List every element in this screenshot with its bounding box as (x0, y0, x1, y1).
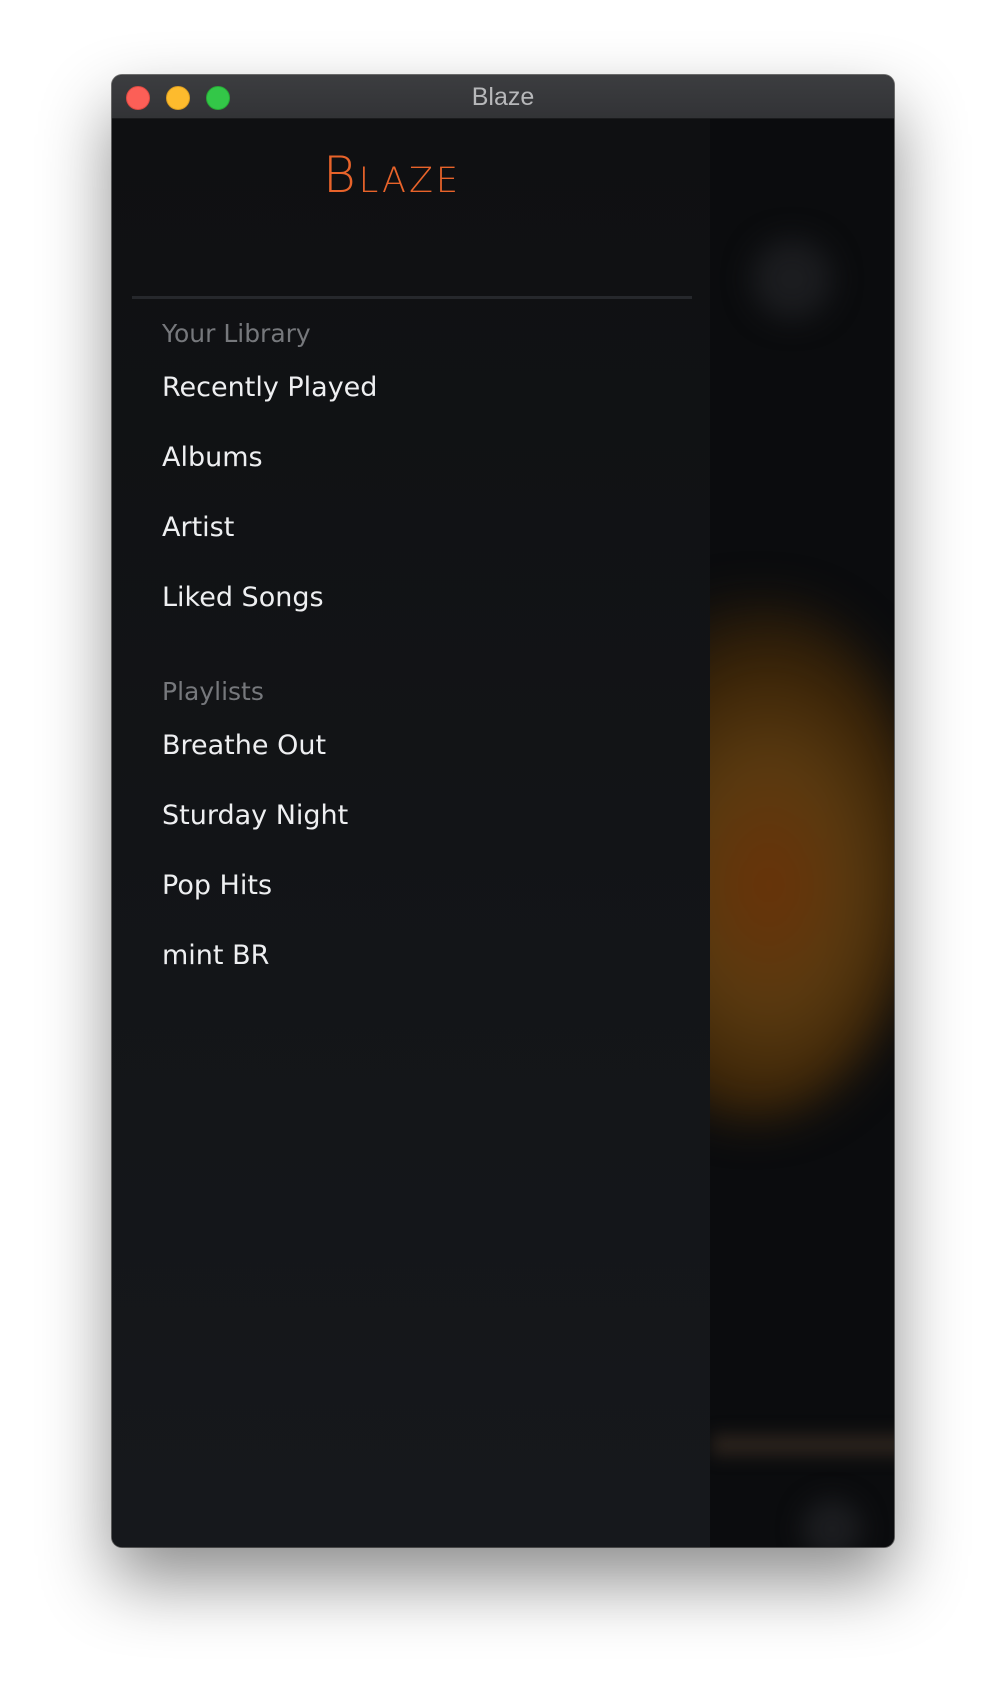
playlist-item-mint-br[interactable]: mint BR (162, 940, 269, 971)
playlist-item-breathe-out[interactable]: Breathe Out (162, 730, 326, 761)
blurred-control (752, 239, 832, 319)
nav-item-recently-played[interactable]: Recently Played (162, 372, 377, 403)
playlist-item-pop-hits[interactable]: Pop Hits (162, 870, 272, 901)
blurred-progress-bar (712, 1434, 894, 1456)
nav-item-artist[interactable]: Artist (162, 512, 234, 543)
nav-item-albums[interactable]: Albums (162, 442, 263, 473)
divider (132, 296, 692, 299)
app-window: Blaze Blaze Your Library Recently Played… (112, 75, 894, 1547)
playlist-item-sturday-night[interactable]: Sturday Night (162, 800, 348, 831)
title-bar[interactable]: Blaze (112, 75, 894, 119)
screen: Blaze Blaze Your Library Recently Played… (0, 0, 1006, 1696)
section-heading-playlists: Playlists (162, 677, 264, 706)
window-title: Blaze (471, 83, 535, 111)
blurred-control (802, 1499, 862, 1547)
nav-item-liked-songs[interactable]: Liked Songs (162, 582, 324, 613)
section-heading-library: Your Library (162, 319, 311, 348)
brand-logo: Blaze (322, 146, 462, 204)
navigation-drawer: Blaze Your Library Recently Played Album… (112, 119, 710, 1547)
